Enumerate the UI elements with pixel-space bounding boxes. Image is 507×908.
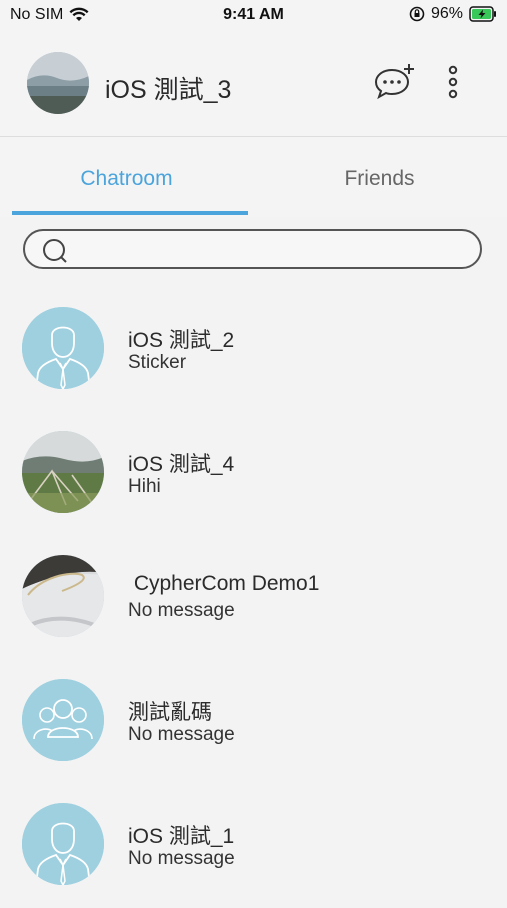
chat-last-message: No message <box>128 600 235 621</box>
more-vertical-icon <box>448 65 458 99</box>
landscape-photo-icon <box>27 52 89 114</box>
battery-charging-icon <box>469 6 496 22</box>
tab-bar: Chatroom Friends <box>0 137 507 217</box>
person-avatar-icon <box>22 803 104 885</box>
landscape-photo-icon <box>22 431 104 513</box>
person-avatar-icon <box>22 307 104 389</box>
group-avatar-icon <box>22 679 104 761</box>
profile-avatar[interactable] <box>27 52 89 114</box>
tab-friends[interactable]: Friends <box>253 137 506 217</box>
chat-name: iOS 測試_2 <box>128 329 235 352</box>
chat-name: CypherCom Demo1 <box>128 572 320 595</box>
new-chat-button[interactable] <box>372 62 418 104</box>
chat-row-ios-test-2[interactable]: iOS 測試_2 Sticker <box>0 288 507 412</box>
chat-row-ios-test-4[interactable]: iOS 測試_4 Hihi <box>0 412 507 536</box>
chat-name: iOS 測試_1 <box>128 825 235 848</box>
status-bar: No SIM 9:41 AM 96% <box>0 0 507 32</box>
chat-name: 測試亂碼 <box>128 701 212 724</box>
more-options-button[interactable] <box>440 64 466 104</box>
page-title: iOS 測試_3 <box>105 76 232 104</box>
chat-list: iOS 測試_2 Sticker iOS 測試_4 Hihi CypherCom… <box>0 288 507 908</box>
chat-last-message: Hihi <box>128 476 161 497</box>
search-bar <box>23 229 482 269</box>
active-tab-indicator <box>12 211 248 215</box>
new-chat-icon <box>374 64 414 100</box>
search-input[interactable] <box>75 236 469 264</box>
app-header: iOS 測試_3 <box>0 32 507 137</box>
chat-last-message: No message <box>128 848 235 869</box>
object-photo-icon <box>22 555 104 637</box>
chat-last-message: No message <box>128 724 235 745</box>
chat-row-cyphercom-demo1[interactable]: CypherCom Demo1 No message <box>0 536 507 660</box>
orientation-lock-icon <box>409 6 425 22</box>
chat-row-ios-test-1[interactable]: iOS 測試_1 No message <box>0 784 507 908</box>
chat-last-message: Sticker <box>128 352 187 373</box>
status-right: 96% <box>409 5 497 23</box>
chat-row-test-garbled[interactable]: 測試亂碼 No message <box>0 660 507 784</box>
battery-percent: 96% <box>430 5 463 22</box>
chat-name: iOS 測試_4 <box>128 453 235 476</box>
search-icon <box>43 239 67 263</box>
tab-chatroom[interactable]: Chatroom <box>0 137 253 217</box>
